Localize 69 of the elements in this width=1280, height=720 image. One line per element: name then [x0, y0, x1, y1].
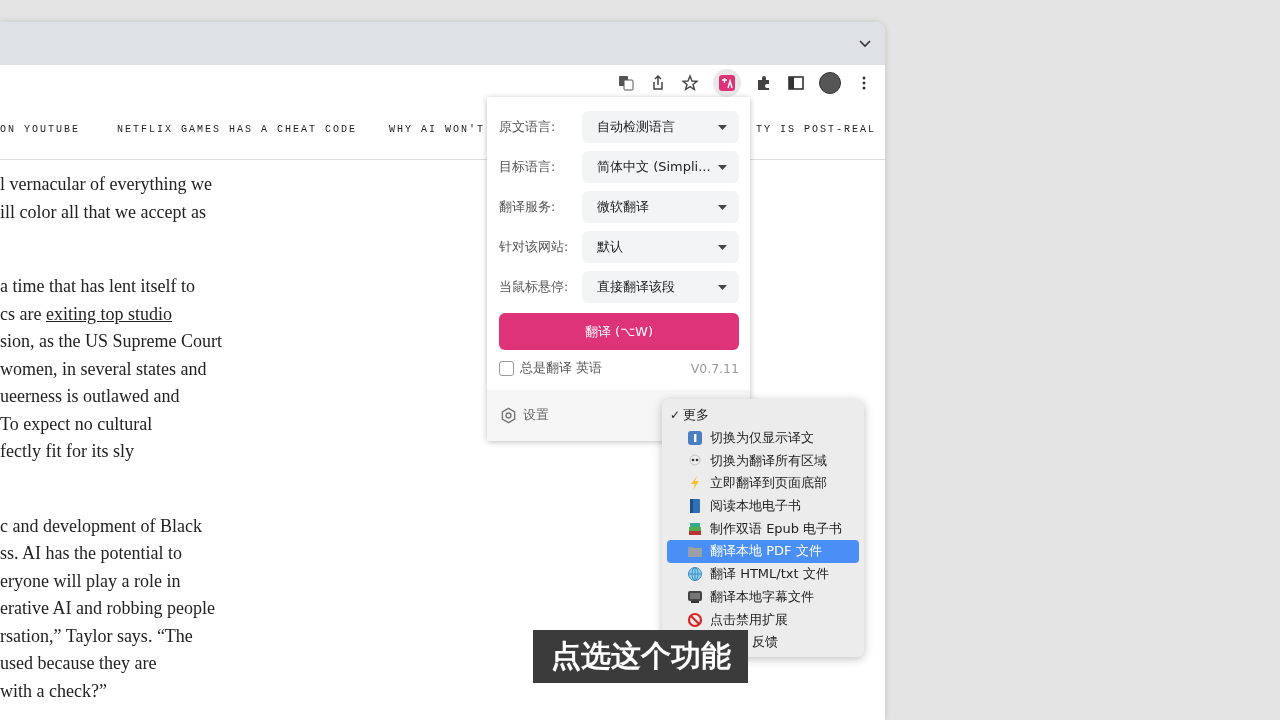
- select-dropdown[interactable]: 简体中文 (Simpli...: [582, 151, 739, 183]
- article-text: cs are exiting top studio: [0, 302, 172, 326]
- sidebar-icon[interactable]: [787, 73, 805, 92]
- article-text: sion, as the US Supreme Court: [0, 330, 222, 353]
- caret-icon: [718, 164, 727, 170]
- article-text: l vernacular of everything we: [0, 173, 212, 196]
- profile-avatar[interactable]: [819, 71, 841, 94]
- field-label: 目标语言:: [499, 158, 557, 176]
- translate-extension-icon[interactable]: [718, 73, 736, 92]
- menu-item[interactable]: 切换为仅显示译文: [667, 426, 859, 450]
- checkbox[interactable]: [499, 361, 514, 376]
- field-label: 翻译服务:: [499, 198, 557, 216]
- menu-item-icon: [687, 566, 703, 583]
- checkmark-icon: ✓: [670, 408, 680, 423]
- article-text: ss. AI has the potential to: [0, 542, 182, 565]
- chevron-down-icon[interactable]: [859, 39, 871, 48]
- settings-link[interactable]: 设置: [523, 407, 549, 424]
- extension-button[interactable]: [713, 68, 741, 97]
- nav-link[interactable]: WHY AI WON'T: [389, 124, 486, 135]
- article-link[interactable]: exiting top studio: [45, 303, 172, 324]
- translate-button[interactable]: 翻译 (⌥W): [499, 313, 739, 350]
- settings-icon[interactable]: [500, 407, 517, 424]
- translate-icon[interactable]: [617, 73, 635, 92]
- article-text: eryone will play a role in: [0, 569, 181, 593]
- article-text: fectly fit for its sly: [0, 440, 134, 463]
- checkbox-label[interactable]: 总是翻译 英语: [520, 360, 602, 377]
- select-dropdown[interactable]: 直接翻译该段: [582, 271, 739, 303]
- article-text: ill color all that we accept as: [0, 200, 206, 224]
- menu-header-label: 更多: [683, 406, 709, 425]
- menu-item-icon: [687, 430, 703, 447]
- nav-link[interactable]: TY IS POST-REAL: [756, 124, 876, 135]
- menu-item-icon: [687, 520, 703, 537]
- field-label: 当鼠标悬停:: [499, 278, 570, 296]
- article-text: ueerness is outlawed and: [0, 385, 180, 408]
- menu-item[interactable]: 翻译本地字幕文件: [667, 585, 859, 609]
- nav-link[interactable]: NETFLIX GAMES HAS A CHEAT CODE: [117, 124, 358, 135]
- caret-icon: [718, 244, 727, 250]
- article-text: c and development of Black: [0, 514, 202, 538]
- nav-link[interactable]: ON YOUTUBE: [0, 124, 80, 135]
- article-text: with a check?”: [0, 679, 107, 703]
- article-text: used because they are: [0, 652, 157, 675]
- caret-icon: [718, 204, 727, 210]
- select-dropdown[interactable]: 默认: [582, 231, 739, 263]
- menu-item[interactable]: 反馈: [750, 630, 859, 654]
- star-icon[interactable]: [681, 73, 699, 92]
- article-text: erative AI and robbing people: [0, 597, 215, 620]
- select-dropdown[interactable]: 自动检测语言: [582, 111, 739, 143]
- menu-item[interactable]: 阅读本地电子书: [667, 494, 859, 518]
- menu-header[interactable]: ✓ 更多: [662, 404, 864, 427]
- menu-item[interactable]: 翻译 HTML/txt 文件: [667, 562, 859, 586]
- menu-item-icon: [687, 611, 703, 628]
- menu-item[interactable]: 点击禁用扩展: [667, 608, 859, 631]
- menu-item-icon: [687, 452, 703, 469]
- version-label: V0.7.11: [690, 361, 739, 376]
- article-text: rsation,” Taylor says. “The: [0, 624, 193, 648]
- field-label: 针对该网站:: [499, 238, 570, 256]
- field-label: 原文语言:: [499, 118, 557, 136]
- menu-item-icon: [687, 498, 703, 515]
- article-text: To expect no cultural: [0, 412, 153, 436]
- menu-item[interactable]: 切换为翻译所有区域: [667, 449, 859, 473]
- article-text: a time that has lent itself to: [0, 275, 195, 298]
- menu-item-icon: [687, 588, 703, 605]
- caret-icon: [718, 124, 727, 130]
- caret-icon: [718, 284, 727, 290]
- article-text: women, in several states and: [0, 357, 207, 381]
- video-subtitle: 点选这个功能: [533, 630, 748, 683]
- select-dropdown[interactable]: 微软翻译: [582, 191, 739, 223]
- menu-item[interactable]: 制作双语 Epub 电子书: [667, 517, 859, 541]
- menu-item[interactable]: 立即翻译到页面底部: [667, 472, 859, 495]
